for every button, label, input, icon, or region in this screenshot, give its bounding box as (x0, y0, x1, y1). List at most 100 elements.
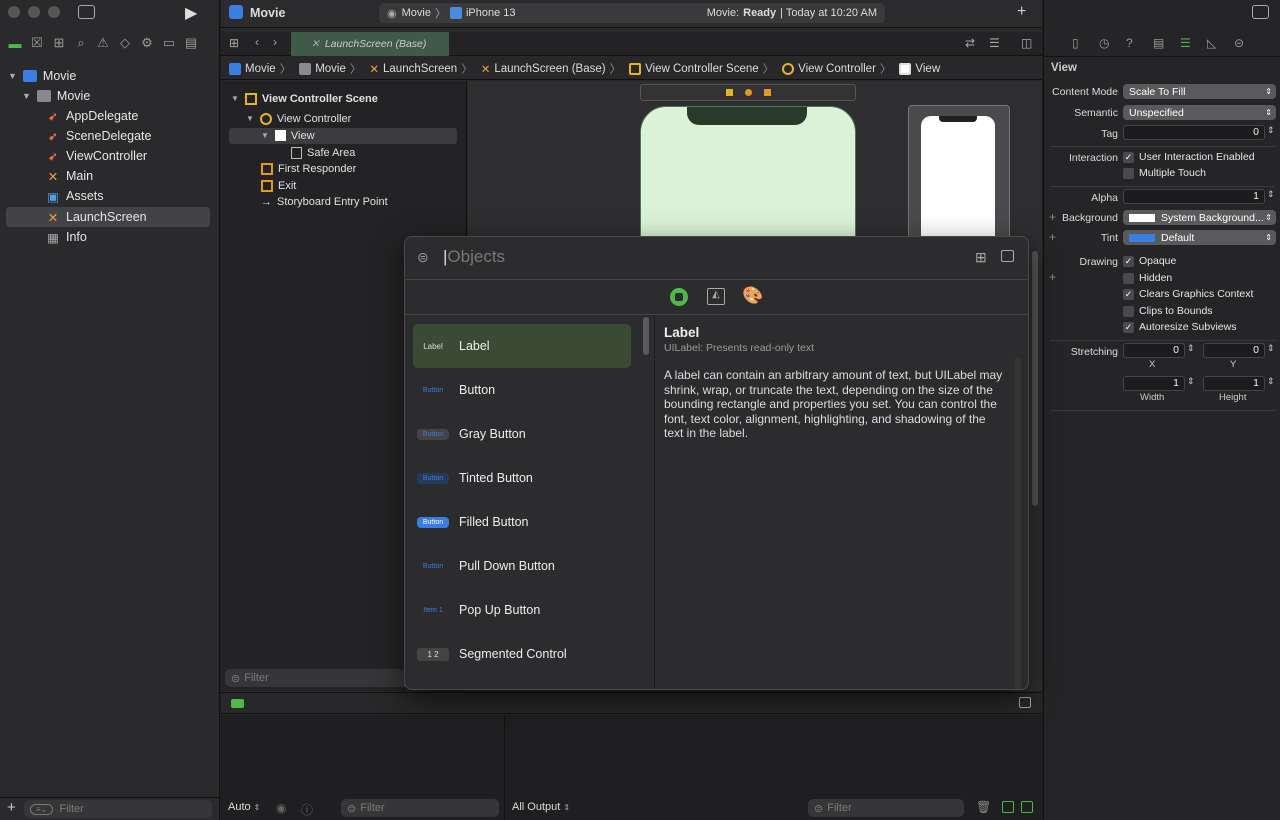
hierarchy-icon[interactable]: ⊞ (48, 35, 70, 51)
library-search-input[interactable]: |Objects (443, 247, 893, 269)
autoresize-checkbox[interactable]: ✓ Autoresize Subviews (1123, 321, 1236, 333)
outline-safe-area[interactable]: Safe Area (291, 144, 355, 161)
identity-icon[interactable]: ▤ (1153, 36, 1180, 50)
add-icon[interactable]: + (1017, 3, 1026, 21)
history-icon[interactable]: ◷ (1099, 36, 1126, 50)
device-preview[interactable] (908, 105, 1010, 256)
run-icon[interactable]: ▶ (185, 3, 197, 23)
navigator-filter[interactable]: ≡⌄ Filter (24, 800, 212, 818)
trash-icon[interactable]: 🗑 (976, 800, 991, 814)
outline-first-responder[interactable]: First Responder (261, 160, 356, 177)
opaque-checkbox[interactable]: ✓ Opaque (1123, 255, 1176, 267)
nav-project-root[interactable]: ▼ Movie (0, 66, 220, 86)
inspector-toggle-icon[interactable] (1252, 5, 1269, 19)
back-icon[interactable]: ‹ (255, 35, 259, 49)
stepper-icon[interactable]: ⇕ (1267, 189, 1275, 200)
split-icon[interactable]: ◫ (1021, 36, 1032, 50)
nav-file-item[interactable]: ➹ SceneDelegate (0, 126, 220, 146)
search-icon[interactable]: ⌕ (70, 35, 92, 51)
stretch-width-field[interactable]: 1 (1123, 376, 1185, 391)
source-control-icon[interactable]: ☒ (26, 35, 48, 51)
tab-launchscreen[interactable]: ✕ LaunchScreen (Base) (291, 32, 449, 56)
disclosure-icon[interactable]: ▼ (246, 114, 254, 123)
eye-icon[interactable]: ◉ (276, 801, 286, 815)
nav-file-item[interactable]: ▦ Info (0, 227, 220, 247)
stepper-icon[interactable]: ⇕ (1187, 343, 1195, 354)
output-select[interactable]: All Output ⇕ (512, 801, 570, 813)
disclosure-icon[interactable]: ▼ (22, 91, 31, 101)
debug-icon[interactable]: ⚙ (136, 35, 158, 51)
palette-icon[interactable]: 🎨 (742, 286, 763, 306)
nav-group[interactable]: ▼ Movie (0, 86, 220, 106)
objects-tab-icon[interactable] (670, 288, 688, 306)
sidebar-toggle-icon[interactable] (78, 5, 95, 19)
stretch-y-field[interactable]: 0 (1203, 343, 1265, 358)
breadcrumb-item[interactable]: View (899, 62, 940, 75)
breadcrumb-item[interactable]: View Controller Scene 〉 (629, 61, 778, 77)
add-icon[interactable]: + (7, 799, 16, 816)
list-scrollbar[interactable] (643, 317, 649, 355)
warning-icon[interactable]: ⚠ (92, 35, 114, 51)
nav-file-item[interactable]: ➹ AppDelegate (0, 106, 220, 126)
breadcrumb-item[interactable]: ✕ LaunchScreen (Base) 〉 (481, 61, 625, 77)
library-item[interactable]: 1 2 Segmented Control (413, 632, 631, 676)
content-mode-select[interactable]: Scale To Fill ⇕ (1123, 84, 1276, 99)
nav-file-item[interactable]: ➹ ViewController (0, 146, 220, 166)
report-icon[interactable]: ▤ (180, 35, 202, 51)
breadcrumb-item[interactable]: View Controller 〉 (782, 61, 895, 77)
right-panel-icon[interactable] (1021, 801, 1033, 813)
stepper-icon[interactable]: ⇕ (1267, 343, 1275, 354)
hidden-checkbox[interactable]: Hidden (1123, 272, 1172, 284)
tag-field[interactable]: 0 (1123, 125, 1265, 140)
stepper-icon[interactable]: ⇕ (1267, 376, 1275, 387)
size-icon[interactable]: ◺ (1207, 36, 1234, 50)
close-window-button[interactable] (8, 6, 20, 18)
library-item[interactable]: Button Tinted Button (413, 456, 631, 500)
outline-filter[interactable]: ⊜ Filter (225, 669, 415, 687)
minimize-window-button[interactable] (28, 6, 40, 18)
stepper-icon[interactable]: ⇕ (1187, 376, 1195, 387)
test-icon[interactable]: ◇ (114, 35, 136, 51)
disclosure-icon[interactable]: ▼ (261, 131, 269, 140)
debug-toggle-icon[interactable] (231, 699, 244, 708)
breakpoint-icon[interactable]: ▭ (158, 35, 180, 51)
canvas-scrollbar[interactable] (1032, 251, 1038, 506)
vc-dock-icon[interactable] (726, 89, 733, 96)
outline-view[interactable]: ▼ View (261, 127, 315, 144)
nav-file-item[interactable]: ▣ Assets (0, 186, 220, 206)
swap-icon[interactable]: ⇄ (965, 36, 975, 50)
library-item[interactable]: Button Filled Button (413, 500, 631, 544)
image-icon[interactable]: ◭ (707, 288, 725, 305)
outline-entry-point[interactable]: → Storyboard Entry Point (261, 193, 388, 210)
grid-icon[interactable]: ⊞ (229, 36, 239, 50)
library-item[interactable]: Button Gray Button (413, 412, 631, 456)
left-panel-icon[interactable] (1002, 801, 1014, 813)
hide-debug-icon[interactable] (1019, 697, 1031, 708)
tint-color-select[interactable]: Default ⇕ (1123, 230, 1276, 245)
responder-dock-icon[interactable] (745, 89, 752, 96)
help-icon[interactable]: ? (1126, 36, 1153, 50)
semantic-select[interactable]: Unspecified ⇕ (1123, 105, 1276, 120)
zoom-window-button[interactable] (48, 6, 60, 18)
library-item[interactable]: Label Label (413, 324, 631, 368)
grid-view-icon[interactable]: ⊞ (975, 249, 987, 266)
activity-viewer[interactable]: ◉ Movie 〉 iPhone 13 Movie: Ready | Today… (379, 3, 885, 23)
add-variation-icon[interactable]: + (1049, 270, 1056, 284)
detail-scrollbar[interactable] (1015, 357, 1021, 689)
stretch-height-field[interactable]: 1 (1203, 376, 1265, 391)
outline-exit[interactable]: Exit (261, 177, 296, 194)
breadcrumb-item[interactable]: Movie 〉 (229, 61, 295, 77)
connections-icon[interactable]: ⊝ (1234, 36, 1261, 50)
clips-bounds-checkbox[interactable]: Clips to Bounds (1123, 305, 1213, 317)
clears-context-checkbox[interactable]: ✓ Clears Graphics Context (1123, 288, 1253, 300)
file-icon[interactable]: ▯ (1072, 36, 1099, 50)
background-color-select[interactable]: System Background... ⇕ (1123, 210, 1276, 225)
exit-dock-icon[interactable] (764, 89, 771, 96)
stretch-x-field[interactable]: 0 (1123, 343, 1185, 358)
variables-filter[interactable]: ⊜ Filter (341, 799, 499, 817)
library-item[interactable]: Item 1 Pop Up Button (413, 588, 631, 632)
disclosure-icon[interactable]: ▼ (8, 71, 17, 81)
console-filter[interactable]: ⊜ Filter (808, 799, 964, 817)
breadcrumb-item[interactable]: Movie 〉 (299, 61, 365, 77)
attributes-icon[interactable]: ☰ (1180, 36, 1207, 50)
